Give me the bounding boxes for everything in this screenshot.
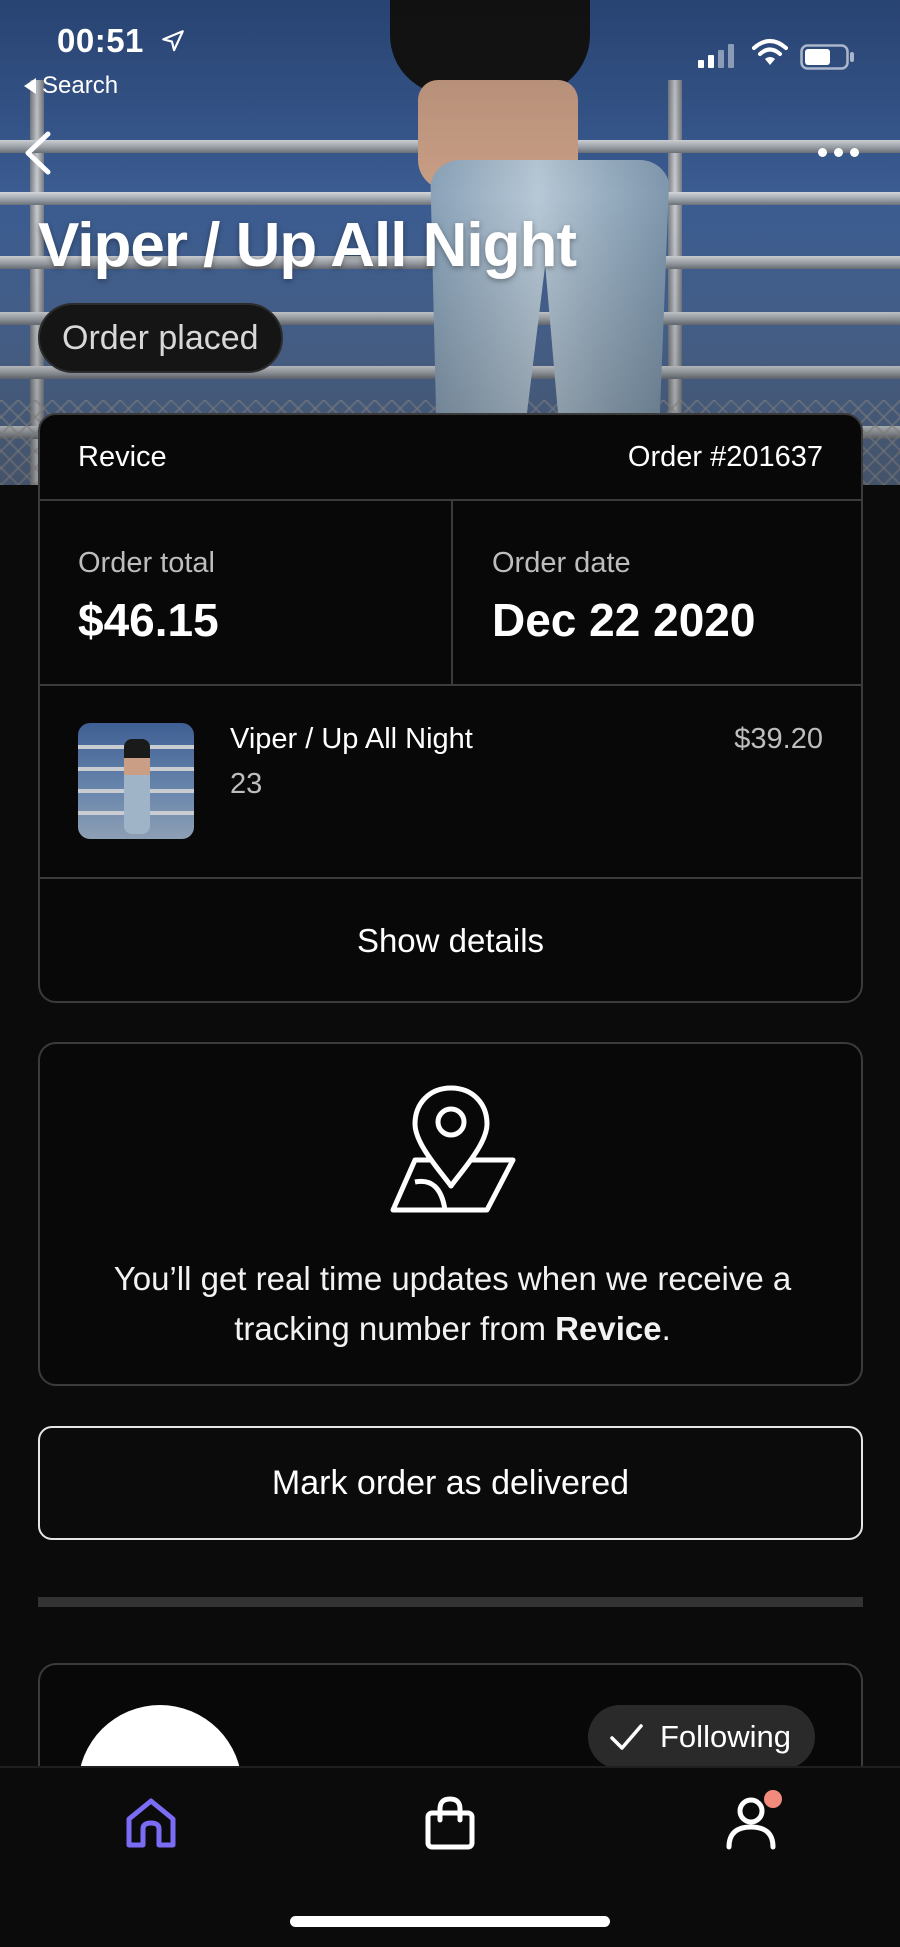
back-to-app-label: Search xyxy=(42,72,119,99)
following-button[interactable]: Following xyxy=(588,1705,815,1769)
tab-shop[interactable] xyxy=(417,1790,483,1856)
order-totals-row: Order total $46.15 Order date Dec 22 202… xyxy=(40,501,861,686)
product-name: Viper / Up All Night xyxy=(230,723,473,755)
store-name: Revice xyxy=(78,441,167,473)
order-total-value: $46.15 xyxy=(78,594,219,646)
order-status-badge: Order placed xyxy=(38,303,283,373)
tab-home[interactable] xyxy=(118,1790,184,1856)
order-date-value: Dec 22 2020 xyxy=(492,594,756,646)
tracking-store-name: Revice xyxy=(555,1310,662,1347)
back-to-app-link[interactable]: Search xyxy=(24,72,118,100)
product-price: $39.20 xyxy=(734,723,823,755)
tracking-info-card: You’ll get real time updates when we rec… xyxy=(38,1042,863,1386)
status-time: 00:51 xyxy=(57,22,144,59)
order-total-label: Order total xyxy=(78,547,215,579)
wifi-icon xyxy=(752,39,788,65)
shopping-bag-icon xyxy=(425,1796,475,1850)
vertical-divider xyxy=(451,501,453,684)
page-title: Viper / Up All Night xyxy=(38,211,577,280)
tracking-message: You’ll get real time updates when we rec… xyxy=(60,1254,845,1354)
cellular-signal-icon xyxy=(698,44,734,68)
section-divider xyxy=(38,1597,863,1607)
order-header-row: Revice Order #201637 xyxy=(40,415,861,501)
home-icon xyxy=(126,1798,176,1848)
show-details-button[interactable]: Show details xyxy=(40,879,861,1001)
tracking-message-text: You’ll get real time updates when we rec… xyxy=(113,1260,792,1347)
more-options-icon[interactable] xyxy=(818,140,864,164)
product-thumbnail xyxy=(78,723,194,839)
back-chevron-icon[interactable] xyxy=(18,130,58,176)
tracking-message-end: . xyxy=(661,1310,671,1347)
battery-icon xyxy=(800,44,854,70)
order-item-row[interactable]: Viper / Up All Night 23 $39.20 xyxy=(40,686,861,879)
checkmark-icon xyxy=(610,1724,643,1750)
order-number: Order #201637 xyxy=(627,441,823,473)
following-label: Following xyxy=(660,1719,791,1754)
location-arrow-icon xyxy=(162,30,184,52)
tab-profile[interactable] xyxy=(718,1790,784,1856)
order-date-label: Order date xyxy=(492,547,631,579)
back-triangle-icon xyxy=(24,78,36,94)
mark-delivered-button[interactable]: Mark order as delivered xyxy=(38,1426,863,1540)
notification-dot xyxy=(764,1790,782,1808)
map-pin-icon xyxy=(390,1085,516,1213)
product-size: 23 xyxy=(230,768,263,800)
home-indicator xyxy=(290,1916,610,1927)
order-summary-card: Revice Order #201637 Order total $46.15 … xyxy=(38,413,863,1003)
